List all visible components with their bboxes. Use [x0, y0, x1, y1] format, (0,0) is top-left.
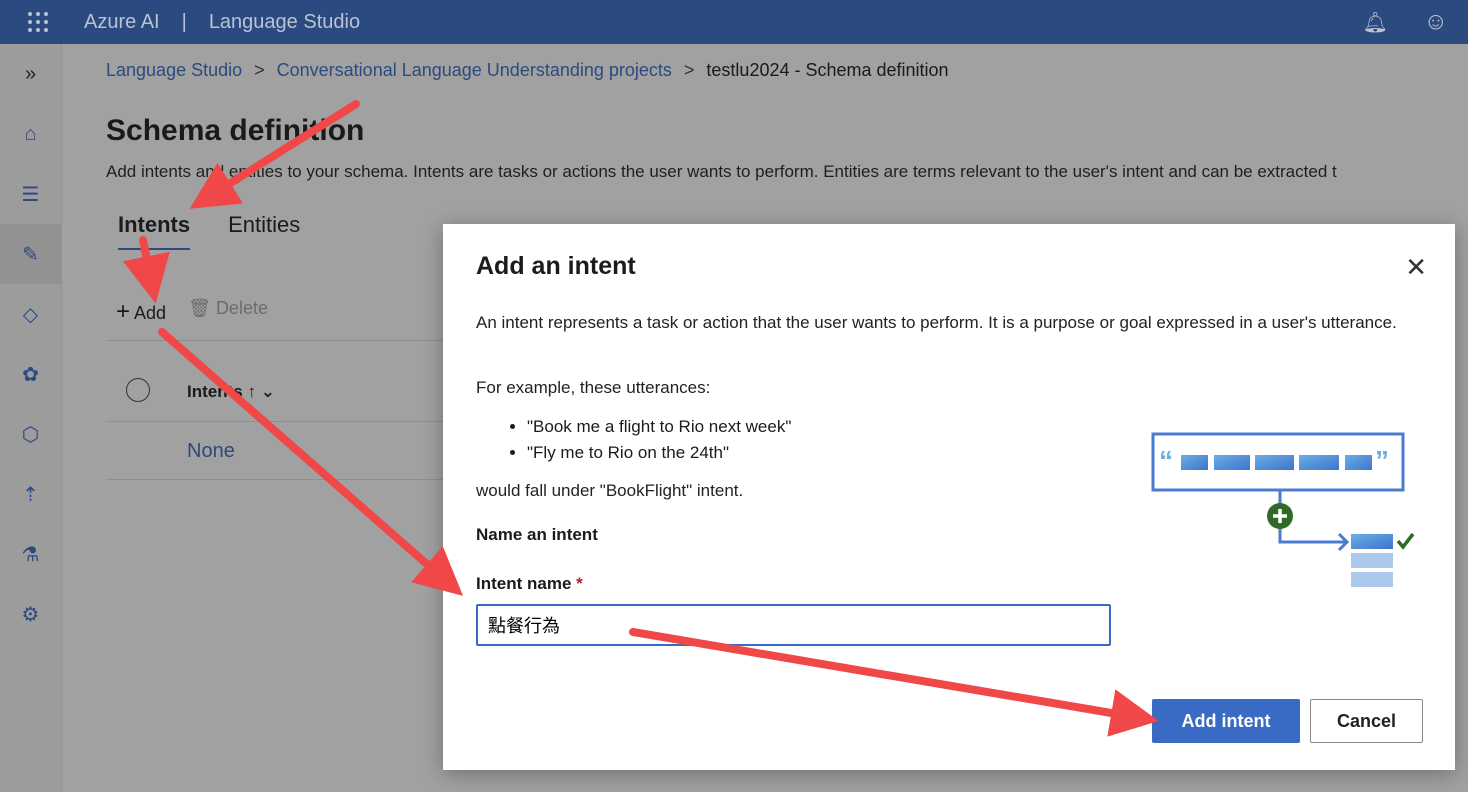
sidebar: » ⌂ ☰ ✎ ◇ ✿ ⬡ ⇡ ⚗ ⚙: [0, 44, 62, 792]
app-name[interactable]: Language Studio: [209, 11, 360, 34]
crumb-clu-projects[interactable]: Conversational Language Understanding pr…: [277, 60, 672, 80]
sort-up-icon: ↑: [247, 382, 256, 401]
example-lead: For example, these utterances:: [476, 378, 711, 397]
brand[interactable]: Azure AI: [84, 11, 160, 34]
section-heading: Name an intent: [476, 525, 598, 544]
select-all-radio[interactable]: [126, 378, 150, 402]
app-launcher-icon[interactable]: [28, 12, 48, 32]
page-title: Schema definition: [106, 114, 365, 147]
column-label: Intents: [187, 382, 243, 401]
add-intent-dialog: Add an intent ✕ An intent represents a t…: [443, 224, 1455, 770]
intent-illustration: “ ”: [1151, 432, 1415, 587]
divider: |: [181, 10, 187, 33]
tag-icon[interactable]: ◇: [0, 284, 61, 344]
dialog-intro: An intent represents a task or action th…: [476, 313, 1397, 332]
flask-icon[interactable]: ⚗: [0, 524, 61, 584]
top-bar: Azure AI | Language Studio 🔔︎ ☺: [0, 0, 1468, 44]
close-icon[interactable]: ✕: [1405, 252, 1427, 283]
chevron-down-icon: ⌄: [260, 382, 275, 401]
example-list: "Book me a flight to Rio next week""Fly …: [527, 414, 791, 466]
svg-text:”: ”: [1375, 445, 1389, 476]
bell-icon[interactable]: 🔔︎: [1363, 10, 1388, 35]
table-header: Intents ↑ ⌄: [106, 362, 446, 422]
field-label-text: Intent name: [476, 574, 572, 593]
dialog-title: Add an intent: [476, 252, 636, 280]
tab-intents[interactable]: Intents: [118, 212, 191, 250]
breadcrumb: Language Studio > Conversational Language …: [106, 60, 949, 81]
example-item: "Book me a flight to Rio next week": [527, 414, 791, 440]
add-label: Add: [134, 303, 167, 323]
delete-button[interactable]: 🗑︎ Delete: [188, 298, 268, 326]
trash-icon: 🗑︎: [188, 298, 211, 318]
schema-icon[interactable]: ✎: [0, 224, 61, 284]
required-marker: *: [576, 574, 583, 593]
chevron-right-icon: >: [683, 60, 695, 80]
page-description: Add intents and entities to your schema.…: [106, 162, 1337, 181]
home-icon[interactable]: ⌂: [0, 104, 61, 164]
expand-icon[interactable]: »: [0, 44, 61, 104]
example-tail: would fall under "BookFlight" intent.: [476, 481, 744, 500]
crumb-language-studio[interactable]: Language Studio: [106, 60, 242, 80]
column-intents[interactable]: Intents ↑ ⌄: [187, 382, 275, 402]
plus-icon: +: [116, 298, 131, 325]
feedback-smiley-icon[interactable]: ☺: [1423, 8, 1448, 36]
crumb-current: testlu2024 - Schema definition: [706, 60, 949, 80]
add-button[interactable]: + Add: [116, 298, 166, 326]
svg-text:“: “: [1159, 445, 1173, 476]
model-icon[interactable]: ✿: [0, 344, 61, 404]
tab-entities[interactable]: Entities: [228, 212, 300, 250]
table-row[interactable]: None: [106, 422, 446, 480]
list-icon[interactable]: ☰: [0, 164, 61, 224]
box-icon[interactable]: ⬡: [0, 404, 61, 464]
example-item: "Fly me to Rio on the 24th": [527, 440, 791, 466]
add-intent-button[interactable]: Add intent: [1152, 699, 1300, 743]
chevron-right-icon: >: [254, 60, 265, 80]
intent-name-input[interactable]: [476, 604, 1111, 646]
gear-icon[interactable]: ⚙: [0, 584, 61, 644]
delete-label: Delete: [215, 298, 268, 318]
cancel-button[interactable]: Cancel: [1310, 699, 1423, 743]
intent-link[interactable]: None: [187, 440, 235, 463]
field-label: Intent name *: [476, 574, 583, 594]
divider: [106, 340, 446, 341]
deploy-icon[interactable]: ⇡: [0, 464, 61, 524]
